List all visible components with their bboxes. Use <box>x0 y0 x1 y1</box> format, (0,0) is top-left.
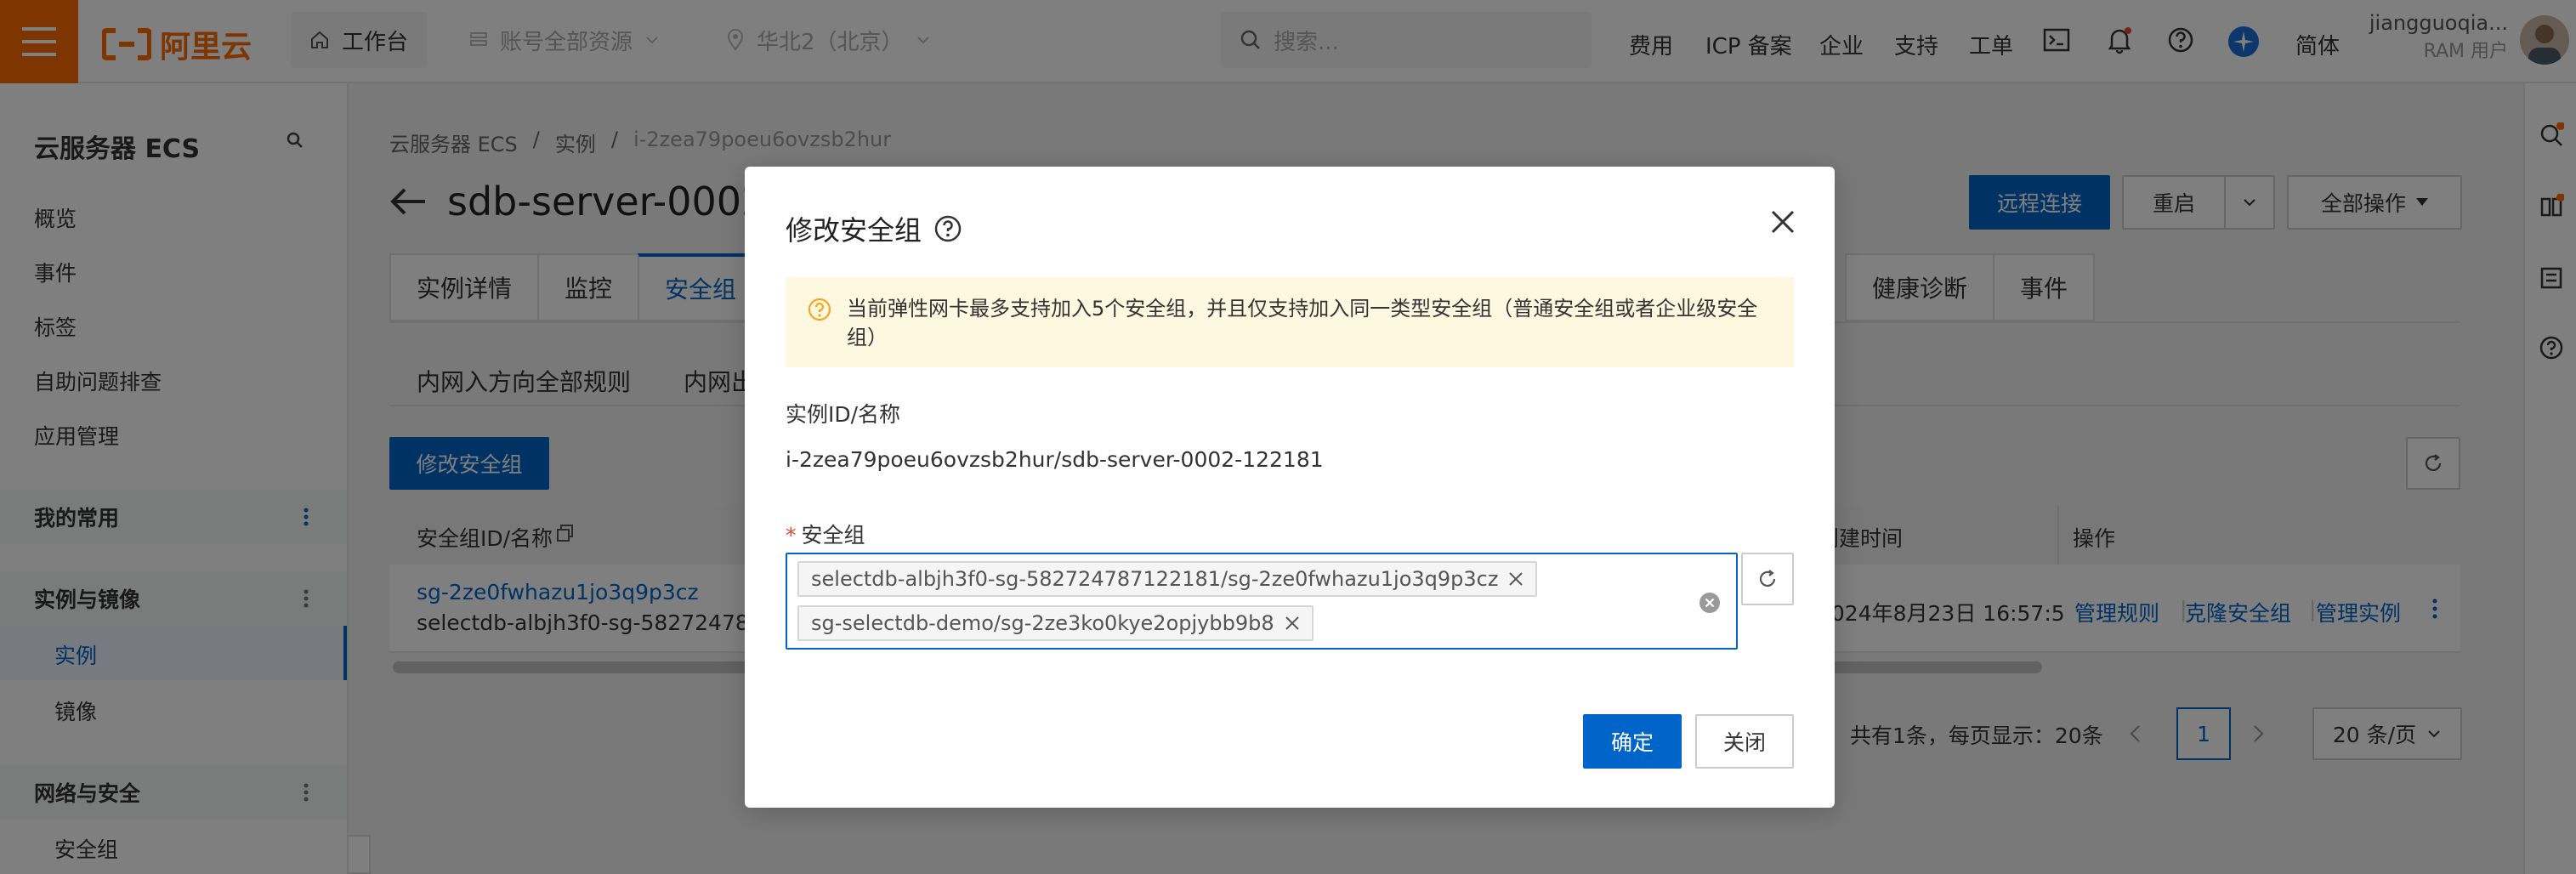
clear-icon <box>1699 593 1720 613</box>
notice-text: 当前弹性网卡最多支持加入5个安全组，并且仅支持加入同一类型安全组（普通安全组或者… <box>847 297 1758 349</box>
required-marker: * <box>786 523 797 548</box>
sg-field-label: * 安全组 <box>786 519 865 549</box>
select-clear-button[interactable] <box>1699 592 1721 614</box>
instance-value: i-2zea79poeu6ovzsb2hur/sdb-server-0002-1… <box>786 447 1324 472</box>
dialog-header: 修改安全组 <box>786 209 962 248</box>
instance-label: 实例ID/名称 <box>786 402 901 427</box>
tag-remove-icon[interactable] <box>1285 616 1300 631</box>
tag-remove-icon[interactable] <box>1508 571 1523 587</box>
sg-label-text: 安全组 <box>801 523 865 548</box>
close-icon <box>1771 210 1795 234</box>
sg-refresh-button[interactable] <box>1741 553 1794 605</box>
help-icon[interactable] <box>933 214 962 243</box>
close-button[interactable]: 关闭 <box>1695 714 1794 769</box>
selected-sg-tag: selectdb-albjh3f0-sg-582724787122181/sg-… <box>797 561 1538 597</box>
selected-sg-tag: sg-selectdb-demo/sg-2ze3ko0kye2opjybb9b8 <box>797 605 1314 641</box>
selected-sg-tag-label: selectdb-albjh3f0-sg-582724787122181/sg-… <box>811 567 1499 591</box>
warning-icon <box>808 298 831 321</box>
refresh-icon <box>1759 570 1776 587</box>
modify-security-group-dialog: 修改安全组 当前弹性网卡最多支持加入5个安全组，并且仅支持加入同一类型安全组（普… <box>745 167 1835 808</box>
selected-sg-tag-label: sg-selectdb-demo/sg-2ze3ko0kye2opjybb9b8 <box>811 611 1274 635</box>
dialog-close-button[interactable] <box>1770 209 1796 235</box>
dialog-title: 修改安全组 <box>786 214 922 247</box>
security-group-select[interactable]: selectdb-albjh3f0-sg-582724787122181/sg-… <box>786 553 1738 650</box>
confirm-button[interactable]: 确定 <box>1583 714 1682 769</box>
dialog-notice: 当前弹性网卡最多支持加入5个安全组，并且仅支持加入同一类型安全组（普通安全组或者… <box>786 277 1794 367</box>
